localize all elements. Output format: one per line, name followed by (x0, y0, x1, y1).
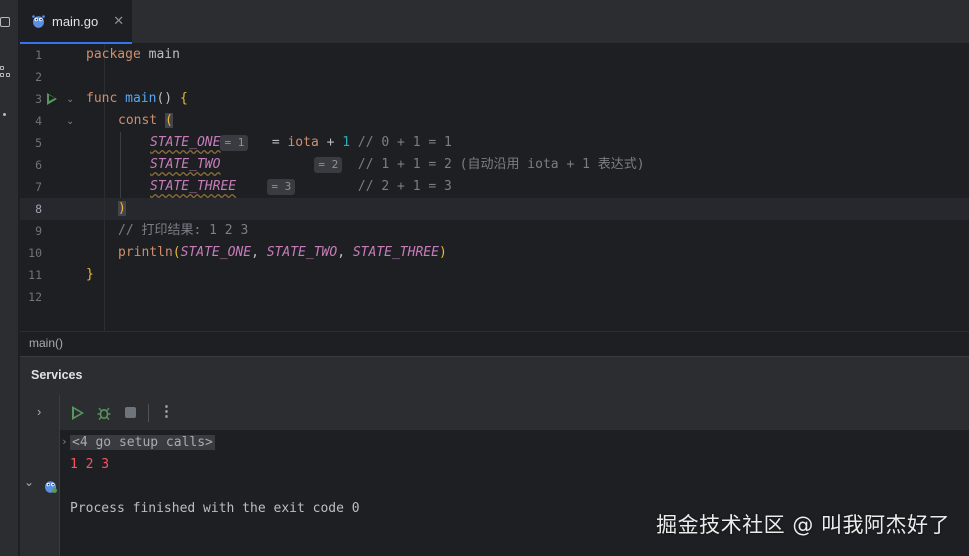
services-header: Services (20, 357, 969, 395)
console-line-process: Process finished with the exit code 0 (70, 501, 360, 516)
run-icon[interactable] (72, 406, 84, 420)
fold-marker-icon[interactable]: › (61, 435, 68, 448)
go-run-config-icon[interactable] (44, 479, 57, 493)
fold-chevron-icon[interactable]: ⌄ (66, 116, 74, 127)
code-content: package main func main() { const ( STATE… (86, 44, 969, 282)
services-toolbar: ⋮ (60, 395, 969, 431)
expand-chevron-icon[interactable]: › (37, 404, 41, 419)
watermark: 掘金技术社区 @ 叫我阿杰好了 (656, 513, 950, 537)
structure-icon[interactable] (0, 66, 10, 78)
line-number: 8 (35, 202, 42, 216)
line-number: 3 (35, 92, 42, 106)
code-line-6: STATE_TWO = 2 // 1 + 1 = 2 (自动沿用 iota + … (150, 156, 645, 173)
close-tab-icon[interactable]: ✕ (113, 13, 124, 29)
breadcrumb-item[interactable]: main() (29, 336, 63, 350)
line-number: 6 (35, 158, 42, 172)
activity-bar (0, 0, 19, 556)
console-line-setup: <4 go setup calls> (70, 432, 215, 454)
run-gutter-icon[interactable] (47, 93, 57, 105)
code-line-1: package main (86, 47, 180, 62)
code-line-10: println(STATE_ONE, STATE_TWO, STATE_THRE… (118, 245, 447, 260)
setup-calls-folded[interactable]: <4 go setup calls> (70, 435, 215, 450)
code-editor[interactable]: 1 2 3 4 5 6 7 8 9 10 11 12 ⌄ ⌄ package m… (20, 44, 969, 331)
debug-icon[interactable] (97, 406, 111, 420)
toolbar-divider (148, 404, 149, 422)
line-number: 7 (35, 180, 42, 194)
collapse-chevron-icon[interactable]: ⌄ (24, 475, 34, 489)
tab-main-go[interactable]: main.go ✕ (20, 0, 132, 44)
inlay-hint: = 2 (314, 156, 343, 173)
tab-label: main.go (52, 13, 99, 29)
more-options-icon[interactable]: ⋮ (159, 402, 174, 420)
code-line-9: // 打印结果: 1 2 3 (118, 223, 249, 238)
line-number: 1 (35, 48, 42, 62)
console-line-output: 1 2 3 (70, 457, 110, 472)
fold-chevron-icon[interactable]: ⌄ (66, 94, 74, 105)
line-number: 12 (28, 290, 42, 304)
code-line-4: const ( (118, 113, 173, 128)
code-line-8: ) (118, 201, 126, 216)
code-line-7: STATE_THREE = 3 // 2 + 1 = 3 (150, 178, 452, 195)
inlay-hint: = 1 (220, 134, 249, 151)
code-line-3: func main() { (86, 91, 188, 106)
editor-gutter: 1 2 3 4 5 6 7 8 9 10 11 12 ⌄ ⌄ (20, 44, 84, 331)
line-number: 10 (28, 246, 42, 260)
line-number: 5 (35, 136, 42, 150)
code-line-5: STATE_ONE = 1 = iota + 1 // 0 + 1 = 1 (150, 134, 452, 151)
code-line-11: } (86, 267, 94, 282)
line-number: 2 (35, 70, 42, 84)
line-number: 9 (35, 224, 42, 238)
editor-tab-bar: main.go ✕ (20, 0, 969, 44)
line-number: 11 (28, 268, 42, 282)
go-file-icon (32, 15, 45, 28)
inlay-hint: = 3 (267, 178, 296, 195)
line-number: 4 (35, 114, 42, 128)
project-icon[interactable] (0, 17, 10, 27)
services-tree: › ⌄ (20, 395, 60, 556)
more-tools-icon[interactable] (3, 113, 6, 116)
stop-icon[interactable] (125, 407, 136, 418)
breadcrumb[interactable]: main() (20, 331, 969, 355)
services-title: Services (31, 368, 83, 382)
